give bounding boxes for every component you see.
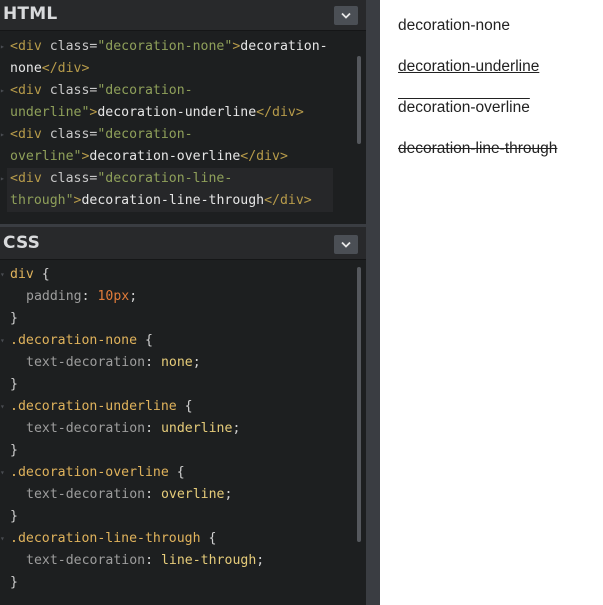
code-editor: HTML ▸ <div class="decoration-none">deco…: [0, 0, 366, 605]
preview-decoration-overline: decoration-overline: [398, 99, 530, 116]
chevron-down-icon: [341, 241, 351, 248]
preview-decoration-underline: decoration-underline: [398, 58, 540, 75]
chevron-down-icon: [341, 12, 351, 19]
css-panel-toggle-button[interactable]: [334, 235, 358, 254]
fold-marker: ▸: [0, 174, 5, 183]
code-line: through">decoration-line-through</div>: [10, 193, 312, 208]
css-code-area[interactable]: ▾ div { padding: 10px; } ▾ .decoration-n…: [0, 264, 366, 605]
code-line: <div class="decoration-line-: [10, 171, 233, 186]
fold-marker: ▸: [0, 42, 5, 51]
code-line: .decoration-overline {: [10, 465, 185, 480]
css-panel-title: CSS: [3, 233, 41, 253]
code-line: .decoration-underline {: [10, 399, 193, 414]
preview-decoration-none: decoration-none: [398, 17, 511, 34]
fold-marker: ▸: [0, 86, 5, 95]
fold-marker: ▸: [0, 130, 5, 139]
html-code-area[interactable]: ▸ <div class="decoration-none">decoratio…: [0, 36, 366, 224]
css-panel-header: CSS: [0, 227, 366, 260]
fold-marker: ▾: [0, 270, 5, 279]
code-line: overline">decoration-overline</div>: [10, 149, 288, 164]
code-line: text-decoration: overline;: [26, 487, 233, 502]
code-line: }: [10, 509, 18, 524]
code-line: }: [10, 575, 18, 590]
code-line: }: [10, 443, 18, 458]
code-line: text-decoration: line-through;: [26, 553, 265, 568]
code-line: <div class="decoration-: [10, 83, 193, 98]
fold-marker: ▾: [0, 402, 5, 411]
fold-marker: ▾: [0, 534, 5, 543]
html-panel-title: HTML: [3, 4, 58, 24]
code-line: underline">decoration-underline</div>: [10, 105, 304, 120]
code-line: <div class="decoration-: [10, 127, 193, 142]
html-scrollbar[interactable]: [357, 56, 361, 144]
code-line: text-decoration: none;: [26, 355, 201, 370]
html-panel-toggle-button[interactable]: [334, 6, 358, 25]
resize-gutter[interactable]: [366, 0, 380, 605]
css-scrollbar[interactable]: [357, 267, 361, 542]
fold-marker: ▾: [0, 336, 5, 345]
html-panel-header: HTML: [0, 0, 366, 31]
code-line: text-decoration: underline;: [26, 421, 241, 436]
preview-decoration-line-through: decoration-line-through: [398, 140, 558, 157]
code-line: .decoration-line-through {: [10, 531, 217, 546]
fold-marker: ▾: [0, 468, 5, 477]
code-line: padding: 10px;: [26, 289, 138, 304]
code-line: }: [10, 311, 18, 326]
html-panel: HTML ▸ <div class="decoration-none">deco…: [0, 0, 366, 224]
code-line: .decoration-none {: [10, 333, 153, 348]
code-line: div {: [10, 267, 50, 282]
code-line: <div class="decoration-none">decoration-: [10, 39, 328, 54]
code-line: }: [10, 377, 18, 392]
code-line: none</div>: [10, 61, 90, 76]
css-panel: CSS ▾ div { padding: 10px; } ▾ .decorati…: [0, 227, 366, 605]
